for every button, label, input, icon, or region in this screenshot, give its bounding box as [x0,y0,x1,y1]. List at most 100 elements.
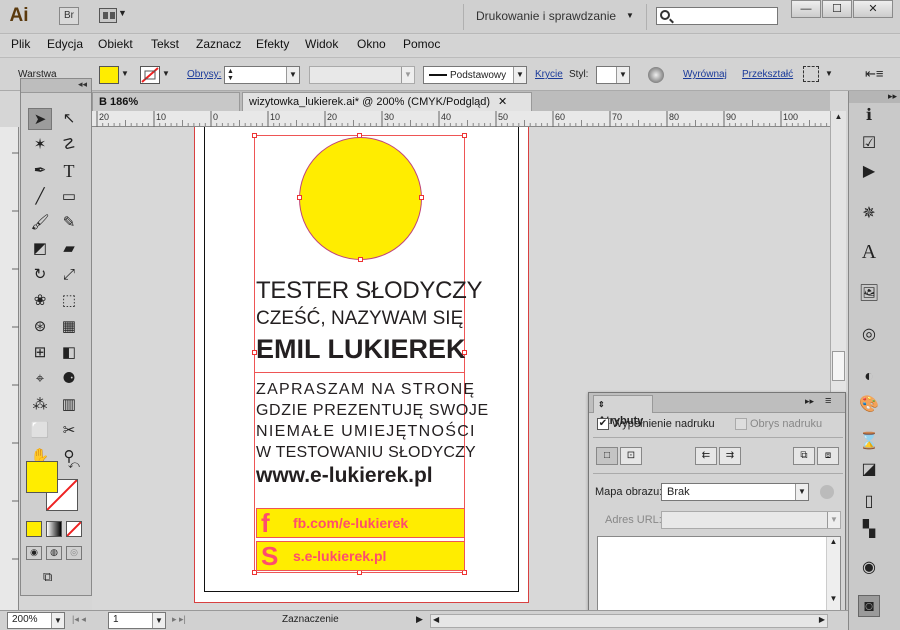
tab-attributes[interactable]: ⇕ Atrybuty [593,395,653,427]
image-trace-icon[interactable]: 🖼 [858,283,880,305]
fill-rule-nonzero-button[interactable]: ⧉ [793,447,815,465]
notes-textarea[interactable]: ▲ ▼ [597,536,841,612]
symbol-sprayer-tool-icon[interactable]: ⁂ [28,394,52,416]
stepper-icon[interactable]: ▲ ▼ [227,68,234,82]
chevron-down-icon[interactable]: ▼ [51,613,64,628]
social-row-facebook[interactable]: f fb.com/e-lukierek [256,508,465,538]
eyedropper-tool-icon[interactable]: ⌖ [28,368,52,390]
artboard-tool-icon[interactable]: ⬜ [28,420,52,442]
card-greeting[interactable]: CZEŚĆ, NAZYWAM SIĘ [256,308,463,330]
slice-tool-icon[interactable]: ✂ [57,420,81,442]
lasso-tool-icon[interactable]: ☡ [57,134,81,156]
recolor-artwork-icon[interactable] [648,67,664,83]
column-graph-tool-icon[interactable]: ▥ [57,394,81,416]
chevron-down-icon[interactable]: ▼ [118,8,127,18]
swatches-icon[interactable]: 🎨 [858,394,880,416]
close-icon[interactable]: ✕ [498,96,507,108]
horizontal-ruler[interactable]: 20100102030405060708090100110120130140 [92,111,900,127]
tools-panel-header[interactable]: ◂◂ [21,79,91,93]
card-website[interactable]: www.e-lukierek.pl [256,464,433,488]
overprint-stroke-checkbox[interactable] [735,418,747,430]
info-icon[interactable]: ℹ [858,105,880,127]
panel-menu-icon[interactable]: ≡ [825,395,831,407]
navigator-icon[interactable]: ◉ [858,557,880,579]
pen-tool-icon[interactable]: ✒ [28,160,52,182]
browser-icon[interactable] [820,485,834,499]
gradient-tool-icon[interactable]: ◧ [57,342,81,364]
search-input[interactable] [656,7,778,25]
menu-effects[interactable]: Efekty [256,37,289,51]
draw-inside-icon[interactable]: ◎ [66,546,82,560]
document-info-icon[interactable]: ☑ [858,133,880,155]
graphic-style-dropdown[interactable]: ▼ [596,66,630,84]
card-body-line[interactable]: W TESTOWANIU SŁODYCZY [256,444,476,462]
maximize-button[interactable]: ☐ [822,0,852,18]
blend-tool-icon[interactable]: ⚈ [57,368,81,390]
stroke-weight-field[interactable]: ▲ ▼ ▼ [224,66,300,84]
image-map-dropdown[interactable]: Brak ▼ [661,483,809,501]
close-button[interactable]: ✕ [853,0,893,18]
mesh-tool-icon[interactable]: ⊞ [28,342,52,364]
free-transform-tool-icon[interactable]: ⬚ [57,290,81,312]
card-body-line[interactable]: NIEMAŁE UMIEJĘTNOŚCI [256,423,476,441]
zoom-level-dropdown[interactable]: 200% ▼ [7,612,65,629]
selection-tool-icon[interactable]: ➤ [28,108,52,130]
selection-handle[interactable] [252,133,257,138]
menu-select[interactable]: Zaznacz [196,37,241,51]
status-menu-icon[interactable]: ▶ [416,614,423,625]
yellow-circle[interactable] [299,137,422,260]
menu-object[interactable]: Obiekt [98,37,133,51]
chevron-down-icon[interactable]: ▼ [513,67,526,83]
scroll-left-icon[interactable]: ◀ [433,615,439,624]
pencil-tool-icon[interactable]: ✎ [57,212,81,234]
card-heading[interactable]: TESTER SŁODYCZY [256,277,483,305]
color-mode-icon[interactable] [26,521,42,537]
dock-expand-icon[interactable]: ▸▸ [849,91,900,103]
arrange-documents-icon[interactable] [99,8,117,23]
chevron-down-icon[interactable]: ▼ [827,512,840,528]
menu-view[interactable]: Widok [305,37,338,51]
actions-play-icon[interactable]: ▶ [858,161,880,183]
attributes-icon[interactable]: ▯ [858,491,880,513]
perspective-grid-tool-icon[interactable]: ▦ [57,316,81,338]
attributes-panel-tabbar[interactable]: ⇕ Atrybuty ▸▸ ≡ [589,393,845,427]
chevron-down-icon[interactable]: ▼ [795,484,808,500]
graphic-styles-icon[interactable]: ◙ [858,595,880,617]
menu-text[interactable]: Tekst [151,37,179,51]
appearance-icon[interactable]: ◎ [858,324,880,346]
gradient-mode-icon[interactable] [46,521,62,537]
draw-normal-icon[interactable]: ◉ [26,546,42,560]
textarea-scrollbar[interactable]: ▲ ▼ [826,537,840,611]
panel-menu-icon[interactable]: ⇤≡ [865,66,883,82]
blob-brush-tool-icon[interactable]: ◩ [28,238,52,260]
stroke-panel-link[interactable]: Obrysy: [187,69,221,80]
chevron-down-icon[interactable]: ▼ [401,67,414,83]
opacity-link[interactable]: Krycie [535,69,563,80]
chevron-down-icon[interactable]: ▼ [162,69,170,78]
chevron-down-icon[interactable]: ▼ [616,67,629,83]
flattener-preview-icon[interactable]: ◪ [858,459,880,481]
vertical-ruler[interactable] [0,127,19,610]
separations-preview-icon[interactable]: ⌛ [858,431,880,453]
menu-window[interactable]: Okno [357,37,386,51]
warp-tool-icon[interactable]: ❀ [28,290,52,312]
layers-icon[interactable]: ▚ [858,519,880,541]
rotate-tool-icon[interactable]: ↻ [28,264,52,286]
reverse-path-right-button[interactable]: ⇉ [719,447,741,465]
card-name[interactable]: EMIL LUKIEREK [256,334,466,365]
scale-tool-icon[interactable]: ⤢ [57,264,81,286]
minimize-button[interactable]: — [791,0,821,18]
first-artboard-icon[interactable]: |◂ ◂ [72,614,86,625]
type-tool-icon[interactable]: T [57,160,81,182]
links-icon[interactable]: ✵ [858,203,880,225]
screen-mode-icon[interactable]: ⧉ [43,569,67,585]
chevron-down-icon[interactable]: ▼ [286,67,299,83]
draw-behind-icon[interactable]: ◍ [46,546,62,560]
workspace-switcher[interactable]: Drukowanie i sprawdzanie [476,9,616,23]
transparency-icon[interactable]: ◐ [858,366,880,388]
rectangle-tool-icon[interactable]: ▭ [57,186,81,208]
menu-file[interactable]: Plik [11,37,30,51]
chevron-down-icon[interactable]: ▼ [626,11,634,20]
menu-edit[interactable]: Edycja [47,37,83,51]
scroll-right-icon[interactable]: ▶ [819,615,825,624]
